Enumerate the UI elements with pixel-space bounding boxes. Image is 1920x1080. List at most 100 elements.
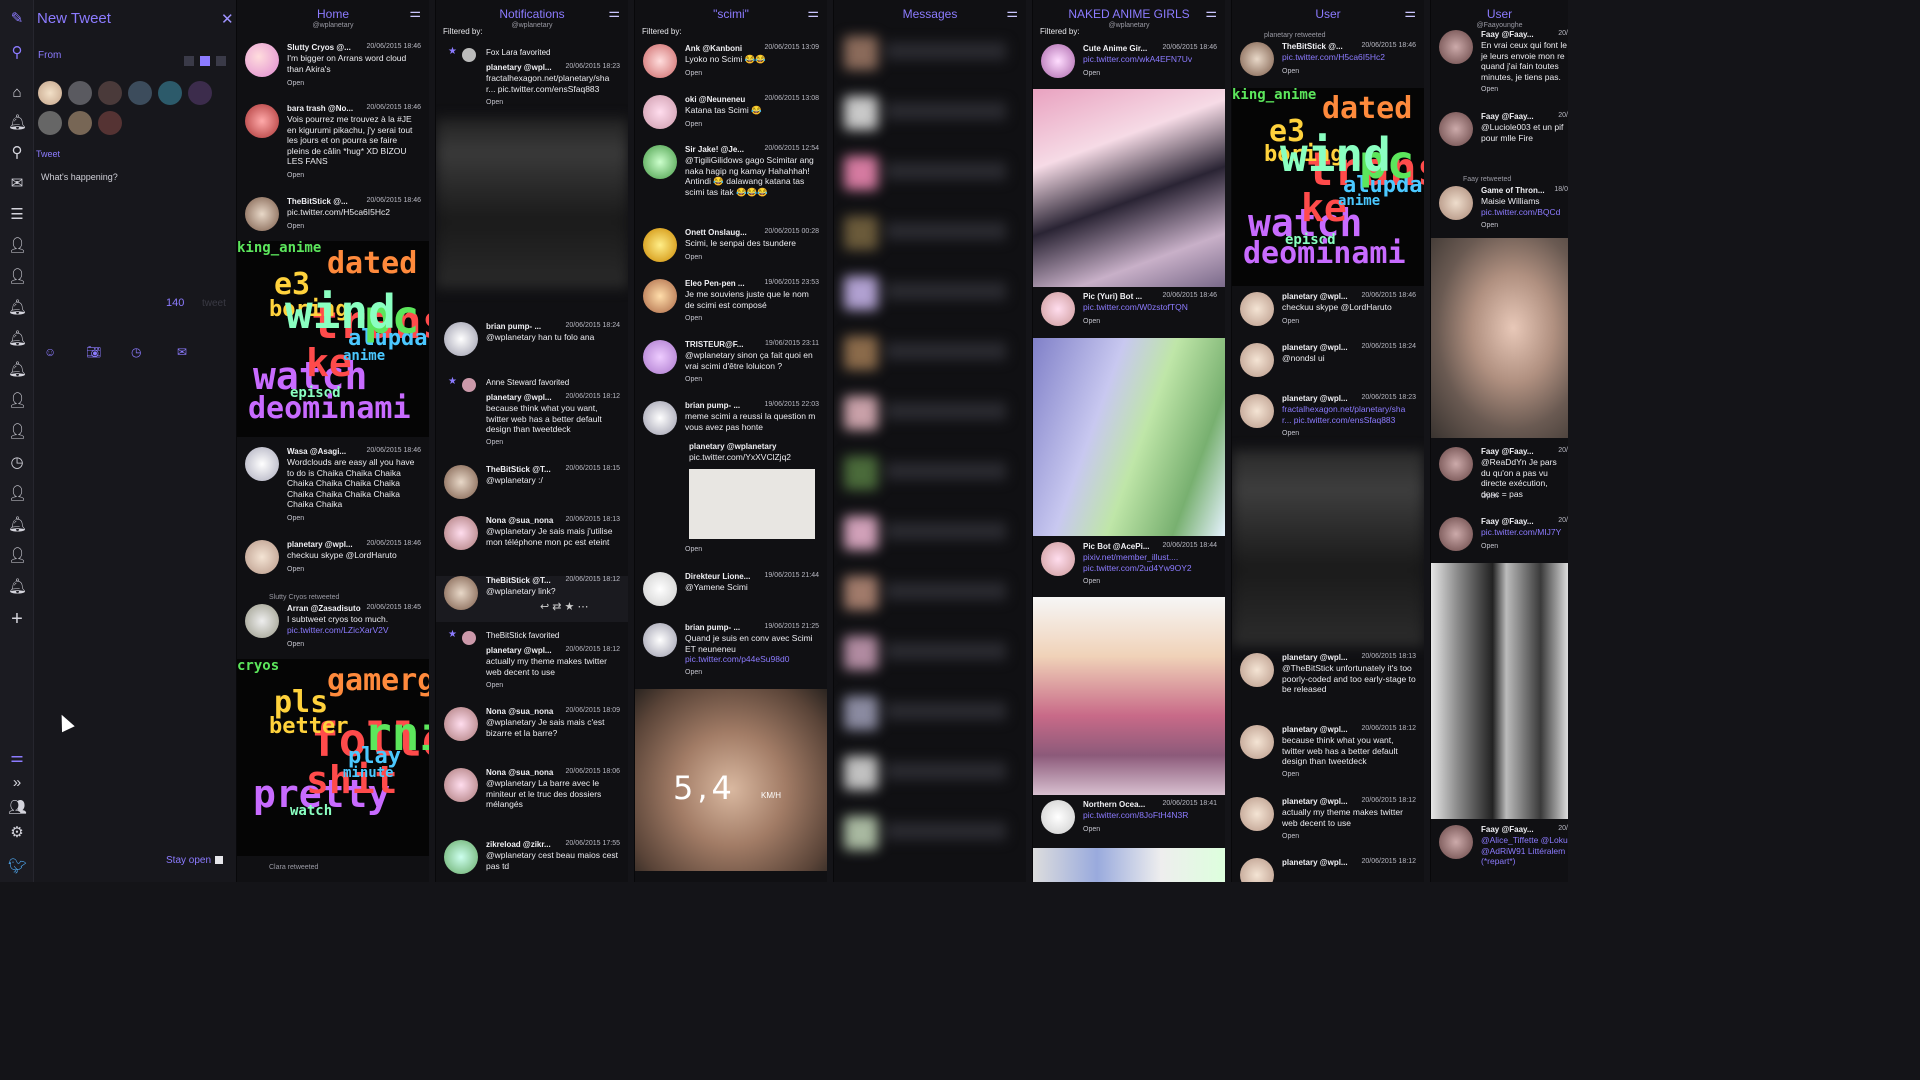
column-settings-icon[interactable]: ⚌ [608,5,620,21]
compose-icon[interactable]: ✎ [8,10,26,28]
column-settings-icon[interactable]: ⚌ [807,5,819,21]
avatar[interactable] [158,81,182,105]
notifications-icon[interactable]: 🔔︎ [8,330,27,348]
wordcloud-image[interactable]: king_animee3translatoralupdatewatchepiso… [237,241,429,437]
avatar[interactable] [38,81,62,105]
column-title[interactable]: User [1431,7,1568,21]
user-icon[interactable]: 👤︎ [8,423,27,441]
home-icon[interactable]: ⌂ [8,84,26,102]
wordcloud-word: watch [290,803,333,819]
user-icon[interactable]: 👤︎ [8,485,27,503]
anime-image[interactable] [1033,597,1225,795]
tweet[interactable]: TheBitStick @T... 20/06/2015 18:12 @wplane… [436,576,628,622]
column-settings-icon[interactable]: ⚌ [1205,5,1217,21]
column-title[interactable]: Home [237,7,429,21]
document-photo[interactable] [689,469,815,539]
column-title[interactable]: Notifications [436,7,628,21]
stay-open-checkbox[interactable] [215,856,223,864]
avatar [844,576,878,610]
notifications-icon[interactable]: 🔔︎ [8,516,27,534]
tweetdeck-app: ✎ ⚲ ⌂ 🔔︎ ⚲ ✉ ☰ 👤︎ 👤︎ 🔔︎ 🔔︎ 🔔︎ 👤︎ 👤︎ ◷ 👤︎… [0,0,1568,882]
view-grid-icon[interactable] [200,56,210,66]
expand-icon[interactable]: » [8,774,26,792]
camera-icon[interactable]: 📷︎ [86,345,101,359]
direct-message-icon[interactable]: ✉ [177,345,187,359]
list-icon[interactable]: ☰ [8,206,26,224]
user-icon[interactable]: 👤︎ [8,237,27,255]
add-column-icon[interactable]: + [8,609,26,629]
messages-icon[interactable]: ✉ [8,175,26,193]
user-icon[interactable]: 👤︎ [8,392,27,410]
tweet-button[interactable]: tweet [202,298,226,309]
avatar[interactable] [68,81,92,105]
screenshot-image[interactable] [436,118,628,288]
avatar [844,36,878,70]
user-icon[interactable]: 👤︎ [8,268,27,286]
anime-image[interactable] [1033,848,1225,882]
wordcloud-image[interactable]: king_animee3translatoralupdatewatchepiso… [1232,88,1424,286]
filter-icon[interactable]: ⚌ [8,749,26,767]
user-icon[interactable]: 👤︎ [8,547,27,565]
column-title[interactable]: NAKED ANIME GIRLS [1033,7,1225,21]
notifications-icon[interactable]: 🔔︎ [8,299,27,317]
notifications-icon[interactable]: 🔔︎ [8,578,27,596]
tweet-input[interactable]: What's happening? [41,172,118,182]
avatar[interactable] [128,81,152,105]
message-preview [886,342,1006,360]
clock-icon[interactable]: ◷ [8,454,26,472]
notifications-icon[interactable]: 🔔︎ [8,361,27,379]
view-list-icon[interactable] [184,56,194,66]
schedule-icon[interactable]: ◷ [131,345,141,359]
notifications-icon[interactable]: 🔔︎ [8,114,27,132]
avatar[interactable] [98,81,122,105]
avatar [844,816,878,850]
message-preview [886,282,1006,300]
face-photo[interactable]: 5,4 KM/H [635,689,827,871]
tweet-label: Tweet [36,149,61,159]
column-title[interactable]: User [1232,7,1424,21]
avatar[interactable] [38,111,62,135]
avatar[interactable] [68,111,92,135]
avatar[interactable] [98,111,122,135]
wordcloud-word: dated [327,246,418,281]
column-settings-icon[interactable]: ⚌ [1006,5,1018,21]
column-settings-icon[interactable]: ⚌ [409,5,421,21]
column-settings-icon[interactable]: ⚌ [1404,5,1416,21]
avatar [844,156,878,190]
screenshot-image[interactable] [1232,450,1424,646]
avatar[interactable] [188,81,212,105]
column-title[interactable]: Messages [834,7,1026,21]
accounts-icon[interactable]: 👥︎ [8,799,27,817]
message-preview [886,42,1006,60]
avatar [844,396,878,430]
view-compact-icon[interactable] [216,56,226,66]
message-preview [886,522,1006,540]
avatar [844,516,878,550]
char-count: 140 [166,297,185,309]
close-icon[interactable]: ✕ [221,10,234,28]
view-toggle[interactable] [184,53,232,71]
search-column-icon[interactable]: ⚲ [8,144,26,162]
wordcloud-image[interactable]: cryosplsfollowplayprettywatchgamergatern… [237,659,429,856]
settings-icon[interactable]: ⚙ [8,824,26,842]
twitter-logo-icon[interactable]: 🐦︎ [8,858,27,876]
nav-rail: ✎ ⚲ ⌂ 🔔︎ ⚲ ✉ ☰ 👤︎ 👤︎ 🔔︎ 🔔︎ 🔔︎ 👤︎ 👤︎ ◷ 👤︎… [0,0,34,882]
anime-image[interactable] [1033,89,1225,287]
compose-panel: New Tweet ✕ From Tweet What's happening?… [34,0,236,882]
column-user: User @Faayounghe Faay @Faay... 20/En vrai… [1430,0,1568,882]
wordcloud-word: anime [1338,193,1381,209]
message-preview [886,582,1006,600]
wordcloud-word: dated [1322,91,1413,126]
message-preview [886,762,1006,780]
message-preview [886,822,1006,840]
column-account: @wplanetary [312,22,354,29]
emoji-icon[interactable]: ☺ [44,345,56,359]
bw-photo[interactable] [1431,563,1568,819]
portrait-photo[interactable] [1431,238,1568,438]
blurred-messages [834,26,1026,882]
column-title[interactable]: "scimi" [635,7,827,21]
avatar [844,456,878,490]
search-icon[interactable]: ⚲ [8,44,26,62]
tweet-actions[interactable]: ↩ ⇄ ★ ⋯ [540,600,588,613]
anime-image[interactable] [1033,338,1225,536]
